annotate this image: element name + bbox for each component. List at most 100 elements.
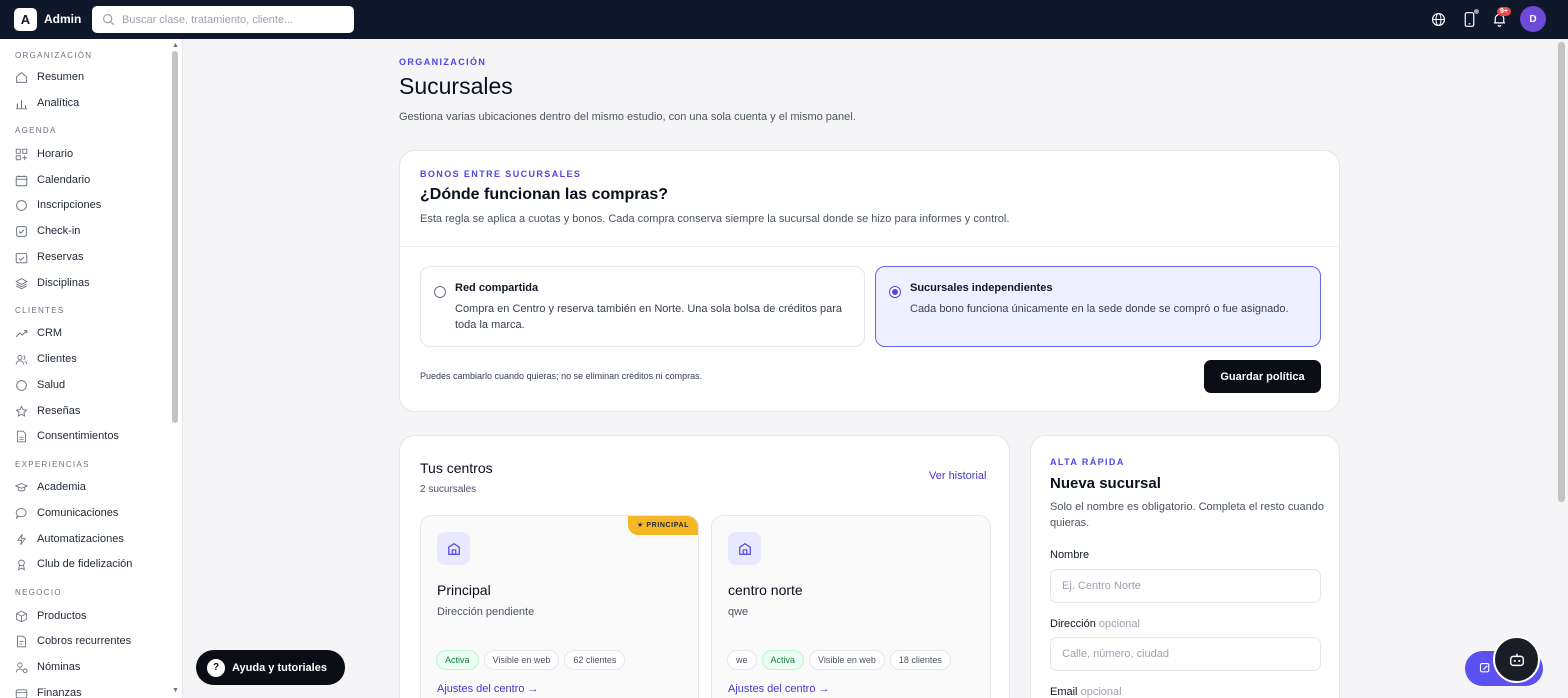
new-branch-card: ALTA RÁPIDA Nueva sucursal Solo el nombr… xyxy=(1030,435,1340,698)
sidebar-item-horario[interactable]: Horario xyxy=(15,145,170,163)
sidebar-item-label: Comunicaciones xyxy=(37,507,119,519)
sidebar: ▲ ▼ ORGANIZACIÓN Resumen Analítica AGEND… xyxy=(0,39,183,698)
status-chip: Activa xyxy=(761,650,805,670)
sidebar-item-label: Cobros recurrentes xyxy=(37,635,132,647)
sidebar-item-label: Consentimientos xyxy=(37,430,119,442)
sidebar-item-label: Inscripciones xyxy=(37,199,102,211)
question-icon: ? xyxy=(207,658,225,677)
check-square-icon xyxy=(16,225,27,237)
sidebar-item-analitica[interactable]: Analítica xyxy=(15,94,170,112)
page-subtitle: Gestiona varias ubicaciones dentro del m… xyxy=(399,111,856,123)
gift-icon xyxy=(18,559,25,571)
sidebar-item-label: Salud xyxy=(37,379,66,391)
sidebar-item-inscripciones[interactable]: Inscripciones xyxy=(15,196,170,214)
calendar-check-icon xyxy=(15,252,28,263)
sidebar-item-label: Horario xyxy=(37,148,74,160)
sidebar-item-nominas[interactable]: Nóminas xyxy=(15,658,170,676)
sidebar-item-salud[interactable]: Salud xyxy=(15,376,170,394)
address-label-text: Dirección xyxy=(1050,618,1096,630)
sidebar-item-resumen[interactable]: Resumen xyxy=(15,68,170,86)
option-sucursales-independientes[interactable]: Sucursales independientes Cada bono func… xyxy=(875,266,1321,347)
sidebar-item-crm[interactable]: CRM xyxy=(15,324,170,342)
new-branch-title: Nueva sucursal xyxy=(1050,475,1161,492)
globe-icon[interactable] xyxy=(1430,11,1447,28)
sidebar-item-cobros-recurrentes[interactable]: Cobros recurrentes xyxy=(15,632,170,650)
trend-icon xyxy=(15,329,28,337)
user-money-icon xyxy=(15,661,28,673)
sidebar-item-label: Analítica xyxy=(37,97,80,109)
help-label: Ayuda y tutoriales xyxy=(232,661,327,674)
email-label: Email opcional xyxy=(1050,686,1122,698)
name-field[interactable] xyxy=(1050,569,1321,603)
page-scrollbar[interactable] xyxy=(1558,42,1565,502)
sidebar-item-label: Reseñas xyxy=(37,405,81,417)
wallet-icon xyxy=(15,688,28,698)
branch-address: qwe xyxy=(728,606,749,618)
grid-plus-icon xyxy=(15,148,28,160)
help-tutorials-button[interactable]: ? Ayuda y tutoriales xyxy=(196,650,345,685)
sidebar-item-label: Academia xyxy=(37,481,86,493)
new-branch-subtitle: Solo el nombre es obligatorio. Completa … xyxy=(1050,501,1324,529)
star-icon xyxy=(15,404,28,417)
radio-red-compartida[interactable] xyxy=(434,286,446,298)
branch-chips: we Activa Visible en web 18 clientes xyxy=(727,650,951,670)
sidebar-item-comunicaciones[interactable]: Comunicaciones xyxy=(15,504,170,522)
visibility-chip: Visible en web xyxy=(809,650,885,670)
sidebar-scrollbar[interactable] xyxy=(172,51,178,423)
sidebar-item-label: CRM xyxy=(37,327,63,339)
sidebar-item-club-fidelizacion[interactable]: Club de fidelización xyxy=(15,555,170,573)
sidebar-item-check-in[interactable]: Check-in xyxy=(15,222,170,240)
branch-settings-link[interactable]: Ajustes del centro → xyxy=(437,683,539,695)
new-branch-eyebrow: ALTA RÁPIDA xyxy=(1050,457,1125,467)
clients-chip: 62 clientes xyxy=(564,650,626,670)
sidebar-item-academia[interactable]: Academia xyxy=(15,478,170,496)
sidebar-item-label: Finanzas xyxy=(37,687,82,698)
sidebar-item-finanzas[interactable]: Finanzas xyxy=(15,684,170,698)
sidebar-item-reservas[interactable]: Reservas xyxy=(15,248,170,266)
option-title: Sucursales independientes xyxy=(910,282,1053,294)
sidebar-item-label: Productos xyxy=(37,610,87,622)
sidebar-item-label: Calendario xyxy=(37,174,91,186)
branch-name: centro norte xyxy=(728,582,803,598)
optional-hint: opcional xyxy=(1098,618,1140,630)
address-field[interactable] xyxy=(1050,637,1321,671)
building-icon xyxy=(738,542,751,555)
sidebar-item-disciplinas[interactable]: Disciplinas xyxy=(15,274,170,292)
radio-sucursales-independientes[interactable] xyxy=(889,286,901,298)
graduation-cap-icon xyxy=(15,482,28,491)
scroll-down-arrow[interactable]: ▼ xyxy=(172,687,179,694)
sidebar-item-label: Reservas xyxy=(37,251,84,263)
sidebar-item-productos[interactable]: Productos xyxy=(15,607,170,625)
branch-icon-box xyxy=(437,532,470,565)
user-avatar[interactable]: D xyxy=(1520,6,1546,32)
sidebar-item-automatizaciones[interactable]: Automatizaciones xyxy=(15,530,170,548)
option-red-compartida[interactable]: Red compartida Compra en Centro y reserv… xyxy=(420,266,865,347)
sidebar-item-label: Resumen xyxy=(37,71,85,83)
scroll-up-arrow[interactable]: ▲ xyxy=(172,42,179,49)
sidebar-item-calendario[interactable]: Calendario xyxy=(15,171,170,189)
branch-card-centro-norte[interactable]: centro norte qwe we Activa Visible en we… xyxy=(711,515,991,698)
centers-title: Tus centros xyxy=(420,460,493,476)
save-policy-button[interactable]: Guardar política xyxy=(1204,360,1321,393)
branch-settings-link[interactable]: Ajustes del centro → xyxy=(728,683,830,695)
sidebar-item-label: Automatizaciones xyxy=(37,533,124,545)
sidebar-item-resenas[interactable]: Reseñas xyxy=(15,402,170,420)
bar-chart-icon xyxy=(15,99,28,109)
circle-icon xyxy=(16,199,27,211)
box-icon xyxy=(16,610,27,622)
branch-card-principal[interactable]: ★ PRINCIPAL Principal Dirección pendient… xyxy=(420,515,699,698)
sidebar-section-label: ORGANIZACIÓN xyxy=(15,51,93,60)
app-logo[interactable]: A xyxy=(14,8,37,31)
assistant-bot-button[interactable] xyxy=(1493,636,1540,683)
view-history-link[interactable]: Ver historial xyxy=(929,470,986,482)
option-description: Compra en Centro y reserva también en No… xyxy=(455,303,843,331)
search-input[interactable] xyxy=(122,13,342,26)
chat-bubble-icon xyxy=(15,507,27,519)
policy-eyebrow: BONOS ENTRE SUCURSALES xyxy=(420,169,582,179)
search-box[interactable] xyxy=(92,6,354,33)
sidebar-item-consentimientos[interactable]: Consentimientos xyxy=(15,427,170,445)
policy-card: BONOS ENTRE SUCURSALES ¿Dónde funcionan … xyxy=(399,150,1340,412)
sidebar-item-clientes[interactable]: Clientes xyxy=(15,350,170,368)
sidebar-item-label: Disciplinas xyxy=(37,277,90,289)
building-icon xyxy=(447,542,460,555)
